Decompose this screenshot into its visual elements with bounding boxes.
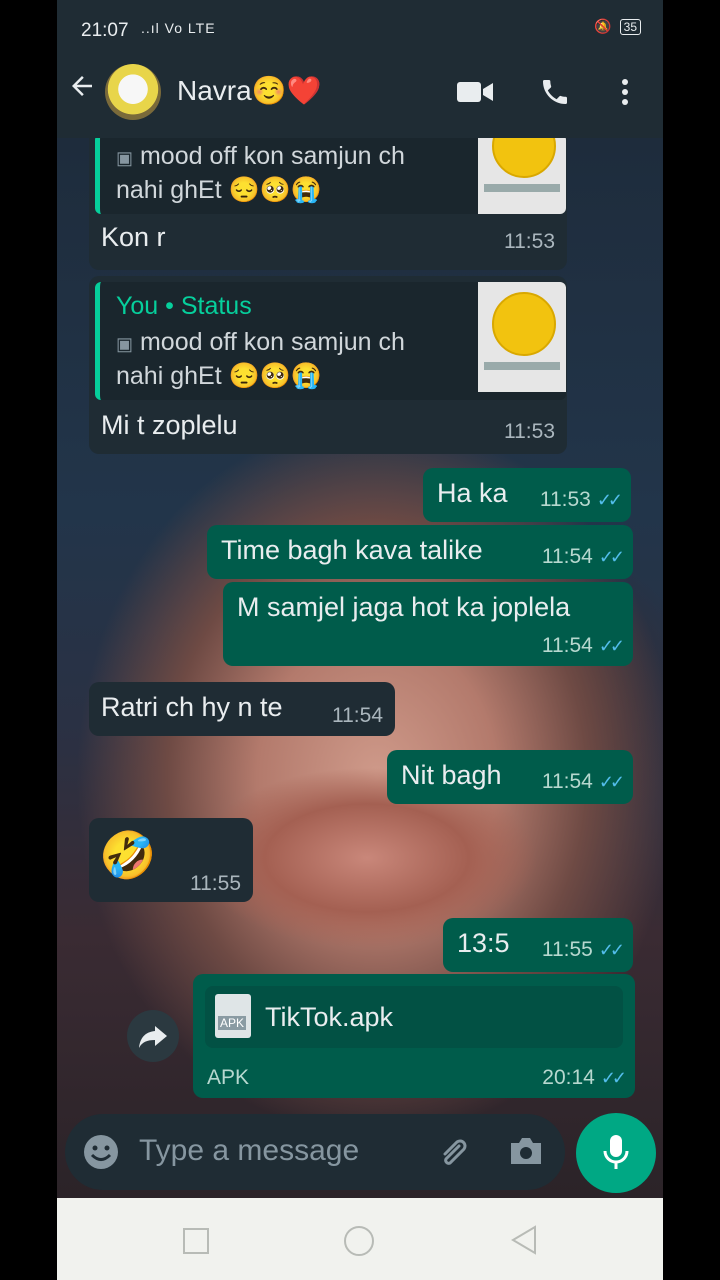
- message-incoming[interactable]: ▣ mood off kon samjun ch nahi ghEt 😔🥺😭 K…: [89, 138, 567, 270]
- file-attachment[interactable]: APK TikTok.apk: [205, 986, 623, 1048]
- avatar[interactable]: [105, 64, 161, 120]
- battery-icon: 35: [619, 18, 641, 35]
- message-time: 11:53: [504, 420, 555, 443]
- message-input[interactable]: Type a message: [139, 1134, 359, 1168]
- file-name: TikTok.apk: [265, 1002, 394, 1032]
- read-receipt-icon: ✓✓: [598, 547, 625, 567]
- message-composer[interactable]: Type a message: [65, 1114, 565, 1190]
- quote-text: ▣ mood off kon samjun ch nahi ghEt 😔🥺😭: [116, 142, 405, 204]
- home-button[interactable]: [344, 1226, 374, 1256]
- message-incoming[interactable]: Ratri ch hy n te 11:54: [89, 682, 395, 736]
- mic-button[interactable]: [576, 1113, 656, 1193]
- message-outgoing[interactable]: M samjel jaga hot ka joplela 11:54 ✓✓: [223, 582, 633, 666]
- camera-icon[interactable]: [507, 1134, 545, 1173]
- status-time: 21:07: [81, 20, 129, 41]
- message-text: 13:5: [457, 928, 510, 958]
- message-time: 11:54: [332, 704, 383, 727]
- message-meta: 11:54 ✓✓: [541, 545, 625, 568]
- message-outgoing[interactable]: Time bagh kava talike 11:54 ✓✓: [207, 525, 633, 579]
- message-emoji: 🤣: [99, 829, 157, 881]
- image-icon: ▣: [116, 148, 134, 168]
- read-receipt-icon: ✓✓: [596, 490, 623, 510]
- recents-button[interactable]: [183, 1228, 209, 1254]
- message-outgoing[interactable]: Ha ka 11:53 ✓✓: [423, 468, 631, 522]
- message-text: Mi t zoplelu: [101, 410, 238, 440]
- apk-file-icon: APK: [215, 994, 251, 1038]
- status-thumbnail: [478, 138, 566, 214]
- status-right: 🔕 35: [594, 18, 641, 35]
- message-meta: 11:55 ✓✓: [541, 938, 625, 961]
- forward-icon[interactable]: [127, 1010, 179, 1062]
- message-meta: 11:53 ✓✓: [539, 488, 623, 511]
- read-receipt-icon: ✓✓: [598, 636, 625, 656]
- message-incoming[interactable]: You • Status ▣ mood off kon samjun ch na…: [89, 276, 567, 454]
- quoted-status[interactable]: ▣ mood off kon samjun ch nahi ghEt 😔🥺😭: [95, 138, 566, 214]
- mute-icon: 🔕: [594, 18, 612, 34]
- system-nav-bar: [57, 1198, 663, 1280]
- message-text: Ratri ch hy n te: [101, 692, 283, 722]
- signal-icon: ..ıl Vo LTE: [141, 20, 216, 36]
- message-time: 11:55: [190, 872, 241, 895]
- message-text: Ha ka: [437, 478, 508, 508]
- quote-text: ▣ mood off kon samjun ch nahi ghEt 😔🥺😭: [116, 328, 405, 390]
- read-receipt-icon: ✓✓: [598, 772, 625, 792]
- message-meta: 11:54 ✓✓: [541, 634, 625, 657]
- phone-screen: 21:07 ..ıl Vo LTE 🔕 35 Navra☺️❤️ ▣ mood …: [57, 0, 663, 1280]
- quoted-status[interactable]: You • Status ▣ mood off kon samjun ch na…: [95, 282, 566, 400]
- read-receipt-icon: ✓✓: [600, 1068, 627, 1088]
- message-outgoing[interactable]: Nit bagh 11:54 ✓✓: [387, 750, 633, 804]
- chat-header: Navra☺️❤️: [57, 46, 663, 138]
- back-button[interactable]: [509, 1224, 539, 1261]
- message-text: Time bagh kava talike: [221, 535, 483, 565]
- status-thumbnail: [478, 282, 566, 392]
- message-meta: 11:54 ✓✓: [541, 770, 625, 793]
- contact-name[interactable]: Navra☺️❤️: [177, 74, 321, 107]
- emoji-icon[interactable]: [83, 1134, 119, 1175]
- voice-call-icon[interactable]: [533, 68, 577, 116]
- message-outgoing[interactable]: 13:5 11:55 ✓✓: [443, 918, 633, 972]
- video-call-icon[interactable]: [453, 68, 497, 116]
- message-text: Nit bagh: [401, 760, 502, 790]
- mic-icon: [603, 1135, 629, 1169]
- message-outgoing-file[interactable]: APK TikTok.apk APK 20:14 ✓✓: [193, 974, 635, 1098]
- file-type: APK: [207, 1066, 250, 1089]
- read-receipt-icon: ✓✓: [598, 940, 625, 960]
- more-options-icon[interactable]: [603, 68, 647, 116]
- message-meta: 20:14 ✓✓: [542, 1066, 627, 1089]
- message-text: Kon r: [101, 222, 166, 252]
- message-incoming[interactable]: 🤣 11:55: [89, 818, 253, 902]
- quote-title: You • Status: [116, 292, 252, 320]
- back-arrow-icon[interactable]: [67, 70, 101, 110]
- message-time: 11:53: [504, 230, 555, 253]
- message-text: M samjel jaga hot ka joplela: [237, 592, 571, 622]
- attach-icon[interactable]: [435, 1134, 471, 1175]
- status-bar: 21:07 ..ıl Vo LTE 🔕 35: [57, 0, 663, 46]
- image-icon: ▣: [116, 334, 134, 354]
